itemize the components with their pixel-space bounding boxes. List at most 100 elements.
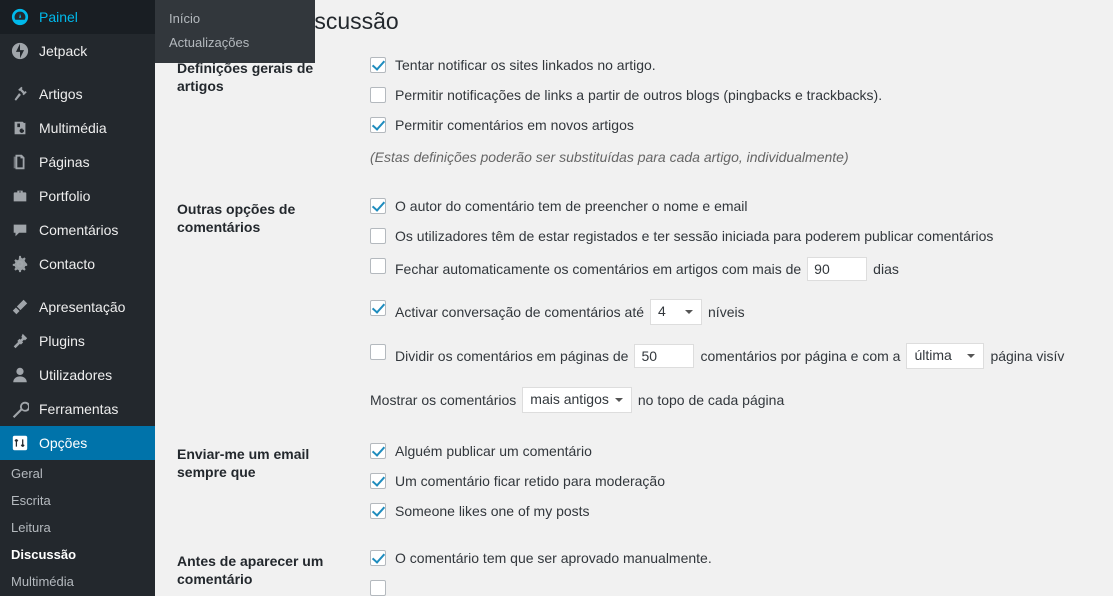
settings-row-before-comment-appears: Antes de aparecer um comentário O coment…: [155, 540, 1113, 596]
checkbox-row-email-new-comment[interactable]: Alguém publicar um comentário: [370, 442, 1103, 460]
wrench-icon: [10, 399, 30, 419]
sidebar-submenu-options: Geral Escrita Leitura Discussão Multimédia: [0, 460, 155, 595]
sidebar-item-portfolio[interactable]: Portfolio: [0, 179, 155, 213]
jetpack-icon: [10, 41, 30, 61]
comment-icon: [10, 220, 30, 240]
sidebar-item-label: Ferramentas: [39, 401, 119, 417]
thread-comments-text-before: Activar conversação de comentários até: [395, 303, 645, 320]
sidebar-item-apresenta-o[interactable]: Apresentação: [0, 290, 155, 324]
comment-order-row: Mostrar os comentários mais antigos no t…: [370, 386, 1103, 413]
checkbox-label: Tentar notificar os sites linkados no ar…: [395, 57, 656, 73]
sidebar-item-painel[interactable]: Painel: [0, 0, 155, 34]
checkbox-row-allow-comments-new-posts[interactable]: Permitir comentários em novos artigos: [370, 116, 1103, 134]
checkbox-row-email-likes[interactable]: Someone likes one of my posts: [370, 502, 1103, 520]
checkbox-paginate-comments[interactable]: [370, 343, 386, 360]
briefcase-icon: [10, 186, 30, 206]
discussion-settings-table: Definições gerais de artigos Tentar noti…: [155, 47, 1113, 596]
flyout-item-actualizacoes[interactable]: Actualizações: [155, 30, 315, 54]
sidebar-item-utilizadores[interactable]: Utilizadores: [0, 358, 155, 392]
checkbox-row-email-moderation[interactable]: Um comentário ficar retido para moderaçã…: [370, 472, 1103, 490]
sidebar-item-label: Opções: [39, 435, 88, 451]
section-heading: Outras opções de comentários: [177, 200, 296, 235]
paginate-text-after: página visív: [990, 347, 1065, 364]
checkbox-label: Permitir notificações de links a partir …: [395, 87, 883, 103]
sidebar-item-jetpack[interactable]: Jetpack: [0, 34, 155, 68]
checkbox-label: O autor do comentário tem de preencher o…: [395, 197, 748, 214]
comments-per-page-input[interactable]: [634, 343, 695, 368]
thread-comments-text-after: níveis: [708, 303, 745, 320]
checkbox-allow-comments-new-posts[interactable]: [370, 117, 386, 133]
sidebar-separator: [0, 281, 155, 290]
section-fields: Alguém publicar um comentário Um comentá…: [370, 433, 1113, 540]
appearance-icon: [10, 297, 30, 317]
admin-sidebar: Painel Jetpack Artigos Multimédia Páginas Por…: [0, 0, 155, 596]
paginate-text-before: Dividir os comentários em páginas de: [395, 347, 629, 364]
checkbox-email-likes[interactable]: [370, 502, 386, 519]
checkbox-label: Os utilizadores têm de estar registados …: [395, 227, 994, 244]
sidebar-item-contacto[interactable]: Contacto: [0, 247, 155, 281]
thread-depth-select[interactable]: 4: [650, 298, 703, 325]
settings-row-email-me-whenever: Enviar-me um email sempre que Alguém pub…: [155, 433, 1113, 540]
checkbox-require-registration[interactable]: [370, 227, 386, 244]
checkbox-row-notify-linked-sites[interactable]: Tentar notificar os sites linkados no ar…: [370, 56, 1103, 74]
checkbox-label: Someone likes one of my posts: [395, 502, 590, 519]
submenu-item-leitura[interactable]: Leitura: [11, 514, 155, 541]
sidebar-item-label: Painel: [39, 9, 78, 25]
checkbox-row-thread-comments[interactable]: Activar conversação de comentários até 4…: [370, 298, 1103, 325]
thread-depth-value: 4: [658, 302, 666, 319]
checkbox-row-require-registration[interactable]: Os utilizadores têm de estar registados …: [370, 227, 1103, 245]
checkbox-label: O comentário tem que ser aprovado manual…: [395, 549, 712, 566]
comment-order-select[interactable]: mais antigos: [522, 386, 632, 413]
settings-row-other-comment-options: Outras opções de comentários O autor do …: [155, 188, 1113, 433]
plugin-icon: [10, 331, 30, 351]
checkbox-manual-approval[interactable]: [370, 549, 386, 566]
checkbox-row-allow-pingbacks[interactable]: Permitir notificações de links a partir …: [370, 86, 1103, 104]
checkbox-row-close-comments[interactable]: Fechar automaticamente os comentários em…: [370, 256, 1103, 281]
sidebar-item-artigos[interactable]: Artigos: [0, 77, 155, 111]
user-icon: [10, 365, 30, 385]
checkbox-email-moderation[interactable]: [370, 472, 386, 489]
pin-icon: [10, 84, 30, 104]
checkbox-allow-pingbacks[interactable]: [370, 87, 386, 103]
dashboard-flyout-menu[interactable]: Início Actualizações: [155, 0, 315, 63]
checkbox-label: Alguém publicar um comentário: [395, 442, 592, 459]
checkbox-row-paginate-comments[interactable]: Dividir os comentários em páginas de com…: [370, 342, 1103, 369]
checkbox-label: Um comentário ficar retido para moderaçã…: [395, 472, 666, 489]
checkbox-previously-approved[interactable]: [370, 579, 386, 596]
sidebar-item-label: Apresentação: [39, 299, 126, 315]
sidebar-item-p-ginas[interactable]: Páginas: [0, 145, 155, 179]
section-fields: O autor do comentário tem de preencher o…: [370, 188, 1113, 433]
checkbox-notify-linked-sites[interactable]: [370, 57, 386, 73]
checkbox-thread-comments[interactable]: [370, 299, 386, 316]
submenu-item-escrita[interactable]: Escrita: [11, 487, 155, 514]
section-fields: Tentar notificar os sites linkados no ar…: [370, 47, 1113, 188]
sidebar-item-label: Plugins: [39, 333, 85, 349]
submenu-item-discuss-o[interactable]: Discussão: [11, 541, 155, 568]
paginate-comments-inline: Dividir os comentários em páginas de com…: [395, 342, 1065, 369]
flyout-item-inicio[interactable]: Início: [155, 6, 315, 30]
sidebar-item-plugins[interactable]: Plugins: [0, 324, 155, 358]
checkbox-require-name-email[interactable]: [370, 197, 386, 214]
main-content: Opções de Discussão Definições gerais de…: [155, 0, 1113, 596]
paginate-text-mid: comentários por página e com a: [700, 347, 901, 364]
submenu-item-multim-dia[interactable]: Multimédia: [11, 568, 155, 595]
close-comments-days-input[interactable]: [807, 256, 868, 281]
comment-order-value: mais antigos: [530, 390, 609, 407]
checkbox-row-require-name-email[interactable]: O autor do comentário tem de preencher o…: [370, 197, 1103, 215]
sidebar-item-label: Artigos: [39, 86, 83, 102]
gear-icon: [10, 254, 30, 274]
checkbox-close-comments[interactable]: [370, 257, 386, 274]
checkbox-row-manual-approval[interactable]: O comentário tem que ser aprovado manual…: [370, 549, 1103, 567]
sidebar-item-coment-rios[interactable]: Comentários: [0, 213, 155, 247]
settings-row-general-article: Definições gerais de artigos Tentar noti…: [155, 47, 1113, 188]
sidebar-item-ferramentas[interactable]: Ferramentas: [0, 392, 155, 426]
checkbox-row-previously-approved[interactable]: [370, 579, 1103, 596]
sidebar-item-label: Jetpack: [39, 43, 88, 59]
sidebar-item-op-es[interactable]: Opções: [0, 426, 155, 460]
submenu-item-geral[interactable]: Geral: [11, 460, 155, 487]
checkbox-email-new-comment[interactable]: [370, 442, 386, 459]
default-page-select[interactable]: última: [906, 342, 985, 369]
sidebar-item-multim-dia[interactable]: Multimédia: [0, 111, 155, 145]
close-comments-text-after: dias: [873, 260, 899, 277]
sidebar-item-label: Portfolio: [39, 188, 91, 204]
